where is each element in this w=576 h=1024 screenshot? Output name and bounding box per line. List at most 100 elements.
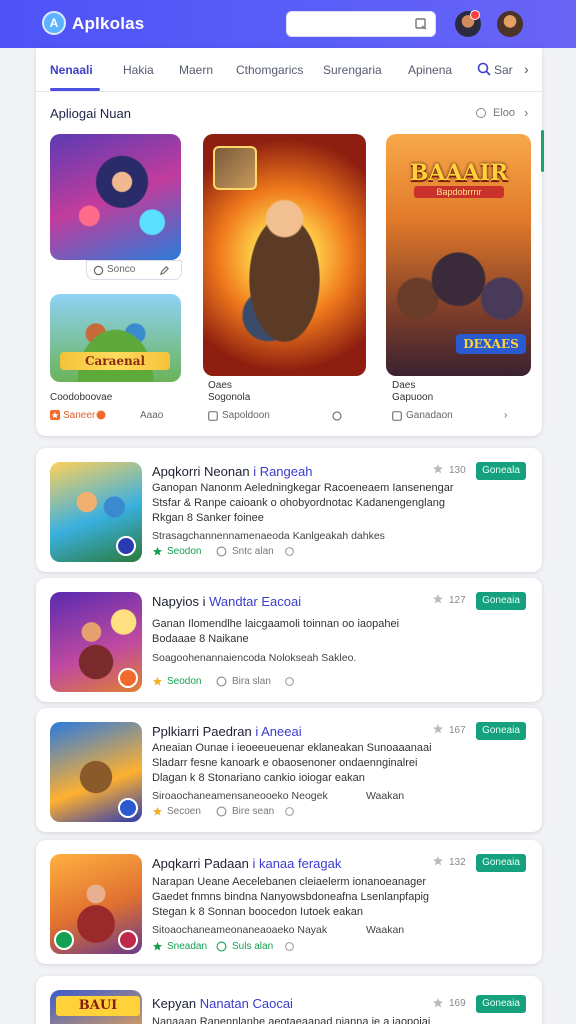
art-b-meta: Saneer bbox=[63, 410, 96, 421]
circle-icon bbox=[216, 941, 227, 952]
art-d-caption-meta: Ganadaon bbox=[406, 410, 453, 421]
app-meta-suffix: Waakan bbox=[366, 790, 405, 802]
comment-icon[interactable] bbox=[332, 411, 342, 421]
search-icon[interactable] bbox=[414, 17, 428, 31]
app-rating: 169 bbox=[449, 998, 466, 1009]
app-rating: 127 bbox=[449, 595, 466, 606]
app-logo-icon[interactable]: A bbox=[42, 11, 66, 35]
install-button[interactable]: Goneaia bbox=[476, 995, 526, 1013]
app-title[interactable]: Aplkolas bbox=[72, 14, 144, 34]
heart-icon[interactable] bbox=[284, 676, 295, 687]
heart-icon[interactable] bbox=[284, 806, 295, 817]
app-rating: 132 bbox=[449, 857, 466, 868]
app-rating: 167 bbox=[449, 725, 466, 736]
search-input[interactable] bbox=[286, 11, 436, 37]
art-c-inset-image bbox=[213, 146, 257, 190]
see-more-link[interactable]: Eloo bbox=[493, 107, 515, 119]
install-button[interactable]: Goneaia bbox=[476, 592, 526, 610]
star-badge-icon bbox=[50, 410, 60, 420]
app-meta-line: Siroaochaneamensaneooeko Neogek bbox=[152, 790, 328, 802]
install-button[interactable]: Goneaia bbox=[476, 854, 526, 872]
art-c-meta: Sapoldoon bbox=[222, 410, 270, 421]
app-desc-line: Rkgan 8 Sanker foinee bbox=[152, 512, 264, 524]
app-tag-secondary: Sntc alan bbox=[232, 546, 274, 557]
chevron-right-icon[interactable]: › bbox=[524, 105, 528, 120]
app-title-main: Apqkarri Padaan bbox=[152, 856, 249, 871]
featured-panel: Nenaali Hakia Maern Cthomgarics Surengar… bbox=[36, 48, 542, 436]
tab-6[interactable]: Sar bbox=[494, 63, 513, 77]
featured-art-c[interactable] bbox=[203, 134, 366, 376]
user-avatar[interactable] bbox=[497, 11, 523, 37]
art-c-title: Oaes bbox=[208, 380, 232, 391]
tab-1[interactable]: Hakia bbox=[123, 63, 154, 77]
app-thumbnail[interactable]: BAUI bbox=[50, 990, 142, 1024]
top-app-bar: A Aplkolas bbox=[0, 0, 576, 48]
app-thumbnail[interactable] bbox=[50, 462, 142, 562]
featured-art-a[interactable] bbox=[50, 134, 181, 260]
tab-2[interactable]: Maern bbox=[179, 63, 213, 77]
scroll-indicator[interactable] bbox=[541, 130, 544, 172]
app-title-accent: i kanaa feragak bbox=[252, 856, 342, 871]
art-b-banner: Caraenal bbox=[60, 352, 170, 370]
app-thumbnail[interactable] bbox=[50, 722, 142, 822]
app-card-0[interactable]: Apqkorri Neonan i Rangeah 130 Goneala Ga… bbox=[36, 448, 542, 572]
app-desc-line: Ganan Ilomendlhe laicgaamoli toinnan oo … bbox=[152, 618, 400, 630]
install-button[interactable]: Goneala bbox=[476, 462, 526, 480]
app-meta-line: Sitoaochaneameonaneaoaeko Nayak bbox=[152, 924, 328, 936]
circle-icon bbox=[216, 676, 227, 687]
leaf-icon bbox=[152, 546, 163, 556]
art-d-title: BAAAIR bbox=[409, 160, 509, 186]
edit-icon[interactable] bbox=[159, 265, 170, 276]
app-card-4[interactable]: BAUI Kepyan Nanatan Caocai 169 Goneaia N… bbox=[36, 976, 542, 1024]
app-rating: 130 bbox=[449, 465, 466, 476]
app-title-main: Apqkorri Neonan bbox=[152, 464, 250, 479]
art-d-subtitle: Bapdobrrnr bbox=[414, 186, 504, 198]
app-title[interactable]: Apqkarri Padaan i kanaa feragak bbox=[152, 856, 341, 871]
featured-art-b[interactable]: Caraenal bbox=[50, 294, 181, 382]
chevron-right-icon[interactable]: › bbox=[524, 61, 529, 77]
app-title[interactable]: Napyios i Wandtar Eacoai bbox=[152, 594, 301, 609]
app-thumbnail[interactable] bbox=[50, 592, 142, 692]
more-circle-icon[interactable] bbox=[476, 108, 486, 118]
app-card-1[interactable]: Napyios i Wandtar Eacoai 127 Goneaia Gan… bbox=[36, 578, 542, 702]
art-a-caption-label: Sonco bbox=[107, 264, 136, 275]
featured-art-d[interactable]: BAAAIR Bapdobrrnr DEXAES bbox=[386, 134, 531, 376]
art-b-title: Coodoboovae bbox=[50, 392, 113, 403]
tab-5[interactable]: Apinena bbox=[408, 63, 452, 77]
app-tag-primary: Secoen bbox=[167, 806, 201, 817]
tab-0[interactable]: Nenaali bbox=[50, 63, 93, 77]
app-meta-line: Soagoohenannaiencoda Nolokseah Sakleo. bbox=[152, 652, 357, 664]
circle-icon bbox=[216, 546, 227, 557]
app-tag-primary: Seodon bbox=[167, 676, 202, 687]
app-thumbnail[interactable] bbox=[50, 854, 142, 954]
app-title[interactable]: Pplkiarri Paedran i Aneeai bbox=[152, 724, 302, 739]
notification-badge bbox=[470, 10, 480, 20]
featured-art-a-caption[interactable]: Sonco bbox=[86, 260, 182, 280]
app-meta-suffix: Waakan bbox=[366, 924, 405, 936]
tab-search-icon[interactable] bbox=[477, 62, 491, 76]
category-tabs: Nenaali Hakia Maern Cthomgarics Surengar… bbox=[36, 48, 542, 92]
app-card-2[interactable]: Pplkiarri Paedran i Aneeai 167 Goneaia A… bbox=[36, 708, 542, 832]
app-desc-line: Sladarr fesne kanoark e obaosenoner onda… bbox=[152, 757, 418, 769]
circle-icon bbox=[93, 265, 104, 276]
active-tab-indicator bbox=[50, 88, 100, 91]
star-icon bbox=[433, 998, 443, 1008]
star-icon bbox=[433, 594, 443, 604]
tab-4[interactable]: Surengaria bbox=[323, 63, 382, 77]
app-title-main: Napyios i bbox=[152, 594, 206, 609]
checkbox-icon[interactable] bbox=[208, 411, 218, 421]
tab-3[interactable]: Cthomgarics bbox=[236, 63, 303, 77]
checkbox-icon[interactable] bbox=[392, 411, 402, 421]
app-card-3[interactable]: Apqkarri Padaan i kanaa feragak 132 Gone… bbox=[36, 840, 542, 964]
section-title: Apliogai Nuan bbox=[50, 106, 131, 121]
app-desc-line: Aneaian Ounae i ieoeeueuenar eklaneakan … bbox=[152, 742, 432, 754]
heart-icon[interactable] bbox=[284, 546, 295, 557]
app-title-main: Kepyan bbox=[152, 996, 197, 1011]
app-meta-line: Strasagchannennamenaeoda Kanlgeakah dahk… bbox=[152, 530, 385, 542]
heart-icon[interactable] bbox=[284, 941, 295, 952]
more-dots-icon[interactable]: › bbox=[504, 410, 507, 421]
app-title[interactable]: Kepyan Nanatan Caocai bbox=[152, 996, 293, 1011]
art-d-badge: DEXAES bbox=[456, 334, 526, 354]
app-title[interactable]: Apqkorri Neonan i Rangeah bbox=[152, 464, 312, 479]
install-button[interactable]: Goneaia bbox=[476, 722, 526, 740]
